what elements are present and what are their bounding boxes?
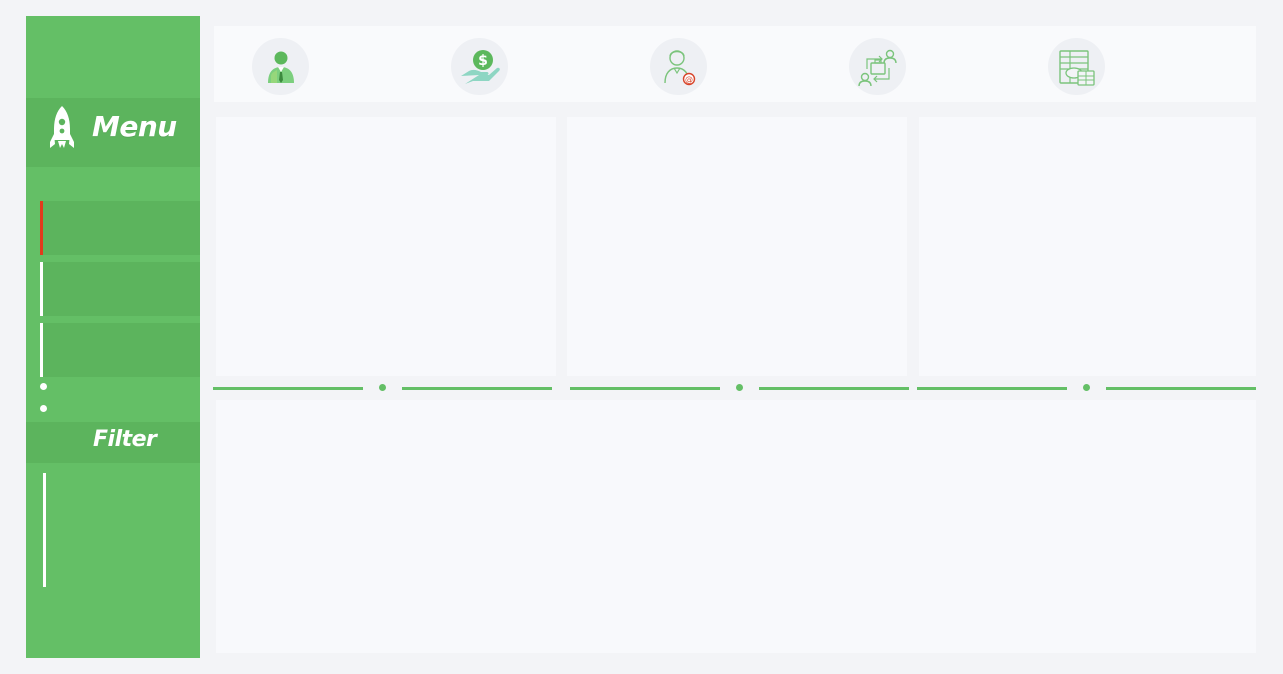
nav-dot-1[interactable] bbox=[40, 383, 47, 390]
divider-line bbox=[1106, 387, 1256, 390]
person-icon-button[interactable] bbox=[252, 38, 309, 95]
money-hand-icon-button[interactable]: $ bbox=[451, 38, 508, 95]
main-content-panel bbox=[216, 400, 1256, 653]
employee-email-icon-button[interactable]: @ bbox=[650, 38, 707, 95]
divider-line bbox=[759, 387, 909, 390]
nav-item-1[interactable] bbox=[40, 201, 200, 255]
svg-text:@: @ bbox=[685, 75, 693, 84]
svg-text:$: $ bbox=[478, 53, 488, 69]
transfer-people-icon-button[interactable] bbox=[849, 38, 906, 95]
divider-line bbox=[917, 387, 1067, 390]
menu-header[interactable]: Menu bbox=[26, 98, 200, 167]
filter-header: Filter bbox=[26, 422, 200, 463]
divider-dot bbox=[1083, 384, 1090, 391]
transfer-people-icon bbox=[857, 49, 897, 86]
divider-line bbox=[213, 387, 363, 390]
chart-panel-3 bbox=[919, 117, 1256, 376]
chart-panel-2 bbox=[567, 117, 907, 376]
filter-slider[interactable] bbox=[43, 473, 46, 587]
rocket-icon bbox=[50, 104, 74, 156]
nav-item-3[interactable] bbox=[40, 323, 200, 377]
menu-label: Menu bbox=[92, 110, 177, 143]
money-hand-icon: $ bbox=[460, 49, 500, 84]
divider-line bbox=[402, 387, 552, 390]
person-icon bbox=[267, 51, 294, 83]
spreadsheet-money-icon-button[interactable] bbox=[1048, 38, 1105, 95]
active-indicator bbox=[40, 201, 43, 255]
nav-indicator bbox=[40, 323, 43, 377]
filter-label: Filter bbox=[93, 427, 157, 452]
kpi-icon-bar: $ @ bbox=[214, 26, 1256, 102]
employee-email-icon: @ bbox=[663, 49, 695, 85]
sidebar: Menu Filter bbox=[26, 16, 200, 658]
divider-dot bbox=[379, 384, 386, 391]
nav-item-2[interactable] bbox=[40, 262, 200, 316]
nav-indicator bbox=[40, 262, 43, 316]
spreadsheet-money-icon bbox=[1058, 49, 1095, 86]
divider-line bbox=[570, 387, 720, 390]
nav-dot-2[interactable] bbox=[40, 405, 47, 412]
divider-dot bbox=[736, 384, 743, 391]
chart-panel-1 bbox=[216, 117, 556, 376]
